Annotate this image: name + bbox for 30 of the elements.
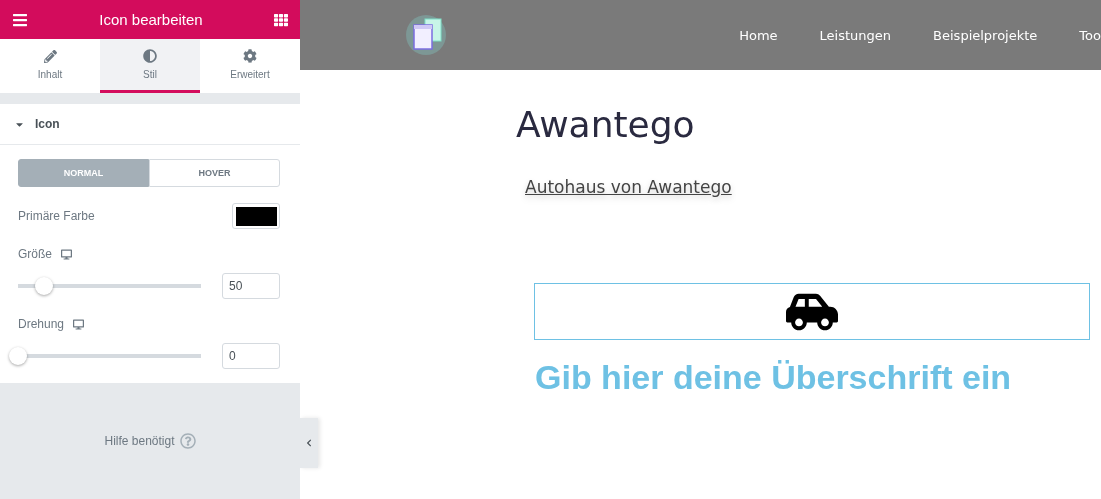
- icon-widget[interactable]: [534, 283, 1090, 340]
- control-label: Primäre Farbe: [18, 209, 95, 223]
- subtitle-link[interactable]: Autohaus von Awantego: [525, 177, 732, 197]
- slider-thumb[interactable]: [9, 347, 27, 365]
- control-label: Drehung: [18, 317, 65, 331]
- number-field[interactable]: 50: [222, 273, 280, 299]
- desktop-icon[interactable]: [73, 318, 85, 330]
- heading-text: Gib hier deine Überschrift ein: [535, 358, 1012, 397]
- grid-icon[interactable]: [274, 12, 288, 27]
- nav-link[interactable]: Beispielprojekte: [933, 27, 1038, 43]
- pencil-icon: [43, 49, 57, 63]
- number-field[interactable]: 0: [222, 343, 280, 369]
- nav-link[interactable]: Too: [1079, 27, 1101, 43]
- chevron-icon: [305, 439, 313, 447]
- panel-tab[interactable]: Stil: [100, 39, 200, 93]
- nav-link[interactable]: Leistungen: [819, 27, 892, 43]
- settings-icon: [243, 49, 257, 63]
- state-toggle[interactable]: HOVER: [149, 159, 280, 187]
- slider-thumb[interactable]: [35, 277, 54, 295]
- contrast-icon: [143, 49, 157, 63]
- site-title: Awantego: [516, 104, 695, 145]
- section-header[interactable]: Icon: [0, 104, 300, 145]
- section-title: Icon: [35, 117, 60, 131]
- nav-link[interactable]: Home: [739, 27, 778, 43]
- menu-icon[interactable]: [12, 11, 28, 28]
- control-label: Größe: [18, 247, 52, 261]
- desktop-icon[interactable]: [61, 248, 72, 260]
- panel-title: Icon bearbeiten: [99, 11, 203, 28]
- help-text[interactable]: Hilfe benötigt: [104, 434, 175, 448]
- logo-icon[interactable]: [404, 13, 448, 57]
